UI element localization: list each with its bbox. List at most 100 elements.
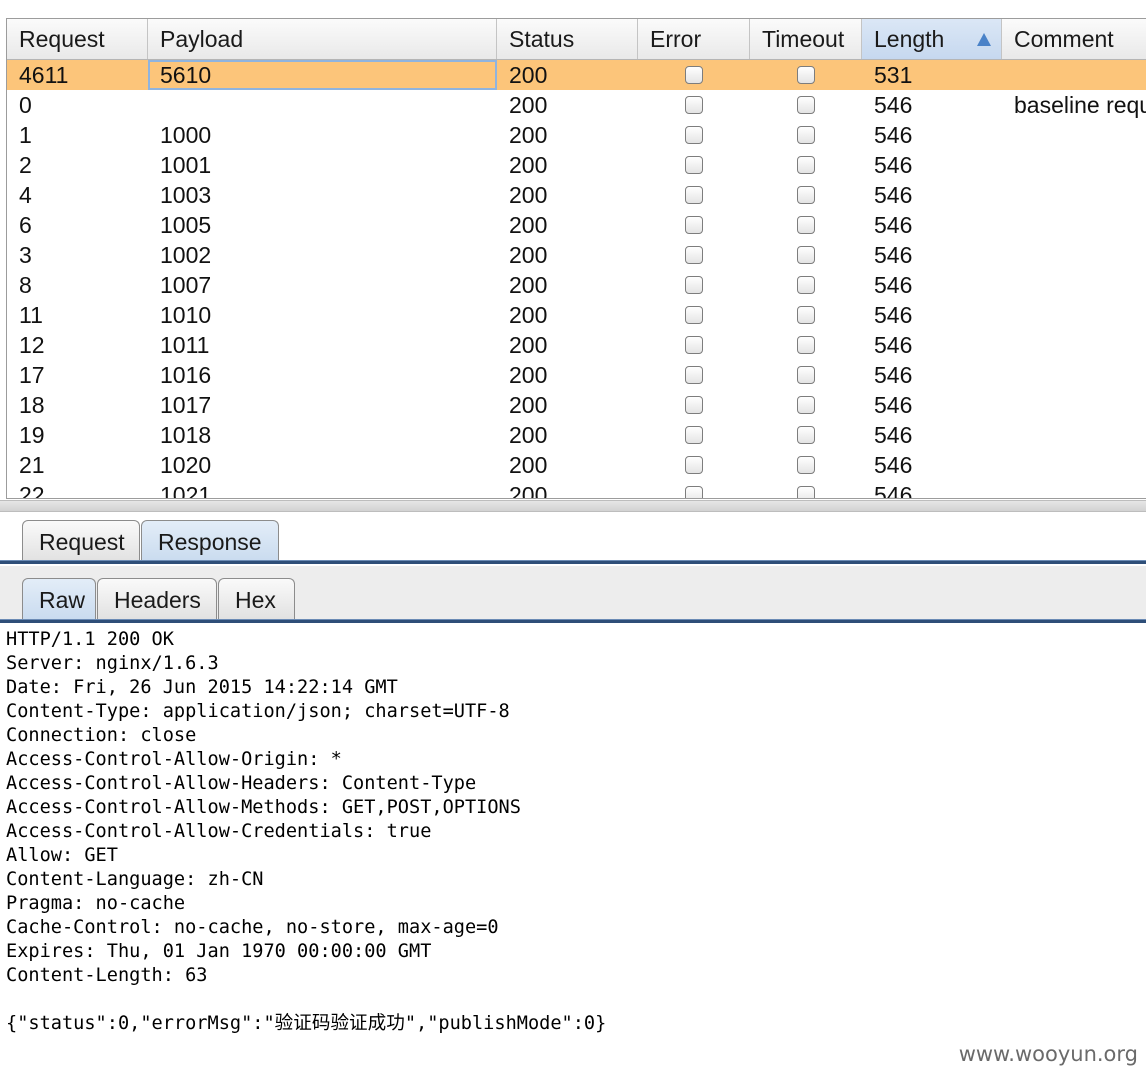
error-checkbox[interactable] (685, 426, 703, 444)
cell-status: 200 (509, 152, 548, 178)
tab-request[interactable]: Request (22, 520, 140, 562)
cell-request: 3 (19, 242, 32, 268)
cell-comment (1014, 150, 1146, 180)
table-row[interactable]: 2 1001 200 546 (7, 150, 1146, 180)
table-row[interactable]: 11 1010 200 546 (7, 300, 1146, 330)
error-checkbox[interactable] (685, 246, 703, 264)
timeout-checkbox[interactable] (797, 276, 815, 294)
error-checkbox[interactable] (685, 66, 703, 84)
response-line: Date: Fri, 26 Jun 2015 14:22:14 GMT (6, 677, 398, 698)
cell-status: 200 (509, 212, 548, 238)
timeout-checkbox[interactable] (797, 156, 815, 174)
response-line: Server: nginx/1.6.3 (6, 653, 219, 674)
table-row[interactable]: 22 1021 200 546 (7, 480, 1146, 498)
cell-length: 546 (874, 152, 913, 178)
top-strip (0, 0, 1146, 18)
cell-comment (1014, 450, 1146, 480)
timeout-checkbox[interactable] (797, 246, 815, 264)
cell-request: 8 (19, 272, 32, 298)
table-row[interactable]: 18 1017 200 546 (7, 390, 1146, 420)
timeout-checkbox[interactable] (797, 186, 815, 204)
cell-request: 0 (19, 92, 32, 118)
timeout-checkbox[interactable] (797, 456, 815, 474)
error-checkbox[interactable] (685, 216, 703, 234)
cell-payload: 1016 (160, 362, 212, 388)
table-row[interactable]: 12 1011 200 546 (7, 330, 1146, 360)
column-header-timeout[interactable]: Timeout (750, 19, 862, 59)
error-checkbox[interactable] (685, 96, 703, 114)
response-line: Connection: close (6, 725, 197, 746)
timeout-checkbox[interactable] (797, 96, 815, 114)
tab-headers[interactable]: Headers (97, 578, 217, 620)
sort-ascending-icon (977, 33, 991, 46)
timeout-checkbox[interactable] (797, 426, 815, 444)
error-checkbox[interactable] (685, 306, 703, 324)
error-checkbox[interactable] (685, 156, 703, 174)
column-header-comment[interactable]: Comment (1002, 19, 1146, 59)
cell-payload: 1021 (160, 482, 212, 498)
cell-comment (1014, 360, 1146, 390)
error-checkbox[interactable] (685, 336, 703, 354)
column-header-payload[interactable]: Payload (148, 19, 497, 59)
column-header-request[interactable]: Request (7, 19, 148, 59)
table-row[interactable]: 0 200 546 baseline requ (7, 90, 1146, 120)
table-row[interactable]: 21 1020 200 546 (7, 450, 1146, 480)
cell-payload: 1000 (160, 122, 212, 148)
cell-status: 200 (509, 92, 548, 118)
response-line: Content-Length: 63 (6, 965, 208, 986)
cell-length: 546 (874, 92, 913, 118)
tab-response[interactable]: Response (141, 520, 279, 562)
table-row[interactable]: 1 1000 200 546 (7, 120, 1146, 150)
tab-hex[interactable]: Hex (218, 578, 295, 620)
table-row[interactable]: 3 1002 200 546 (7, 240, 1146, 270)
error-checkbox[interactable] (685, 186, 703, 204)
column-header-error[interactable]: Error (638, 19, 750, 59)
table-row[interactable]: 4 1003 200 546 (7, 180, 1146, 210)
timeout-checkbox[interactable] (797, 66, 815, 84)
table-row[interactable]: 19 1018 200 546 (7, 420, 1146, 450)
table-row[interactable]: 6 1005 200 546 (7, 210, 1146, 240)
cell-payload: 1010 (160, 302, 212, 328)
error-checkbox[interactable] (685, 276, 703, 294)
timeout-checkbox[interactable] (797, 486, 815, 498)
raw-response-text[interactable]: HTTP/1.1 200 OK Server: nginx/1.6.3 Date: … (6, 628, 1136, 1036)
pane-splitter[interactable] (0, 500, 1146, 512)
cell-length: 531 (874, 62, 913, 88)
timeout-checkbox[interactable] (797, 396, 815, 414)
timeout-checkbox[interactable] (797, 126, 815, 144)
error-checkbox[interactable] (685, 456, 703, 474)
column-header-length[interactable]: Length (862, 19, 1002, 59)
error-checkbox[interactable] (685, 366, 703, 384)
cell-payload (160, 90, 495, 120)
cell-payload: 1020 (160, 452, 212, 478)
timeout-checkbox[interactable] (797, 366, 815, 384)
cell-comment (1014, 180, 1146, 210)
column-header-status[interactable]: Status (497, 19, 638, 59)
cell-request: 6 (19, 212, 32, 238)
table-row[interactable]: 17 1016 200 546 (7, 360, 1146, 390)
cell-length: 546 (874, 452, 913, 478)
response-line: {"status":0,"errorMsg":"验证码验证成功","publis… (6, 1013, 607, 1034)
error-checkbox[interactable] (685, 396, 703, 414)
cell-request: 1 (19, 122, 32, 148)
timeout-checkbox[interactable] (797, 216, 815, 234)
cell-length: 546 (874, 302, 913, 328)
table-row[interactable]: 4611 5610 200 531 (7, 60, 1146, 90)
cell-status: 200 (509, 182, 548, 208)
response-line: Expires: Thu, 01 Jan 1970 00:00:00 GMT (6, 941, 432, 962)
response-line: Access-Control-Allow-Credentials: true (6, 821, 432, 842)
error-checkbox[interactable] (685, 126, 703, 144)
watermark: www.wooyun.org (958, 1042, 1138, 1066)
cell-payload: 1003 (160, 182, 212, 208)
timeout-checkbox[interactable] (797, 306, 815, 324)
cell-length: 546 (874, 362, 913, 388)
tab-raw[interactable]: Raw (22, 578, 96, 620)
cell-length: 546 (874, 272, 913, 298)
table-row[interactable]: 8 1007 200 546 (7, 270, 1146, 300)
cell-request: 18 (19, 392, 45, 418)
main-tab-underline (0, 560, 1146, 564)
error-checkbox[interactable] (685, 486, 703, 498)
results-table: Request Payload Status Error Timeout Len… (6, 18, 1146, 499)
cell-length: 546 (874, 242, 913, 268)
timeout-checkbox[interactable] (797, 336, 815, 354)
